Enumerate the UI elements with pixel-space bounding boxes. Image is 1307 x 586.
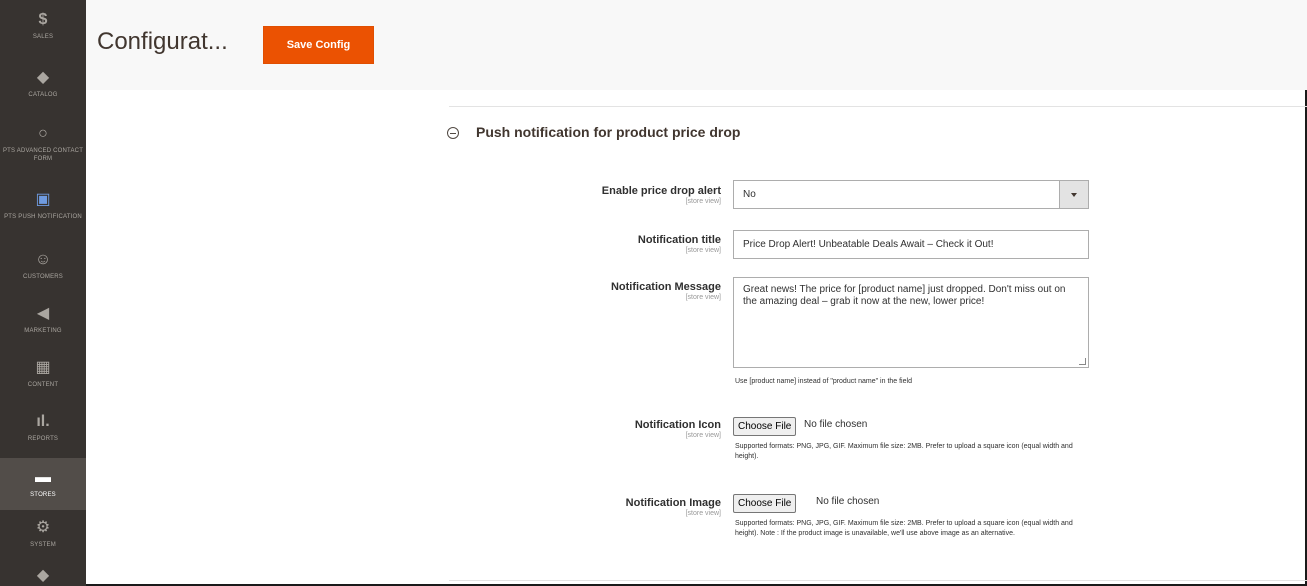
nav-pts-push-notification[interactable]: ▣ PTS Push Notification	[0, 190, 86, 221]
image-note: Supported formats: PNG, JPG, GIF. Maximu…	[735, 520, 1073, 537]
scope-label: [store view]	[685, 432, 721, 439]
page-header: Configurat... Save Config	[86, 0, 1307, 90]
nav-reports[interactable]: ıl. Reports	[0, 412, 86, 443]
layout-icon: ▦	[35, 359, 51, 376]
notification-message-label: Notification Message	[610, 281, 721, 293]
notification-title-input[interactable]: Price Drop Alert! Unbeatable Deals Await…	[733, 230, 1089, 259]
message-note: Use [product name] instead of "product n…	[735, 378, 912, 385]
notification-image-label-group: Notification Image [store view]	[626, 497, 721, 517]
nav-system[interactable]: ⚙ System	[0, 518, 86, 549]
nav-pts-advanced-contact-form[interactable]: ○ PTS Advanced Contact Form	[0, 124, 86, 163]
cube-icon: ◆	[36, 69, 50, 86]
store-icon: ▬	[35, 469, 51, 486]
megaphone-icon: ◀	[36, 305, 50, 322]
person-icon: ☺	[34, 251, 52, 268]
enable-alert-label: Enable price drop alert	[601, 185, 721, 197]
nav-sales[interactable]: $ Sales	[0, 10, 86, 41]
choose-file-button[interactable]: Choose File	[733, 417, 797, 436]
scope-label: [store view]	[685, 294, 721, 301]
scope-label: [store view]	[685, 198, 721, 205]
notification-icon-label: Notification Icon	[634, 419, 721, 431]
nav-customers[interactable]: ☺ Customers	[0, 250, 86, 281]
notification-message-text: Great news! The price for [product name]…	[743, 284, 1066, 307]
scope-label: [store view]	[685, 247, 721, 254]
nav-marketing[interactable]: ◀ Marketing	[0, 304, 86, 335]
notification-image-label: Notification Image	[625, 497, 721, 509]
section-divider	[449, 106, 1307, 107]
file-status: No file chosen	[804, 419, 868, 430]
nav-catalog[interactable]: ◆ Catalog	[0, 68, 86, 99]
cube-icon: ◆	[36, 567, 50, 584]
page-title: Configurat...	[97, 28, 228, 55]
nav-content[interactable]: ▦ Content	[0, 358, 86, 389]
choose-file-button[interactable]: Choose File	[733, 494, 797, 513]
chevron-down-icon	[1059, 181, 1088, 208]
enable-alert-value: No	[743, 189, 756, 200]
collapse-icon	[447, 127, 459, 139]
icon-note: Supported formats: PNG, JPG, GIF. Maximu…	[735, 443, 1073, 460]
gear-icon: ⚙	[35, 519, 51, 536]
bell-icon: ▣	[35, 191, 51, 208]
notification-title-label: Notification title	[637, 234, 721, 246]
resize-handle-icon[interactable]	[1079, 358, 1086, 365]
enable-alert-select[interactable]: No	[733, 180, 1089, 209]
section-title: Push notification for product price drop	[476, 124, 741, 140]
nav-stores[interactable]: ▬ Stores	[0, 458, 86, 510]
dollar-icon: $	[38, 11, 48, 28]
admin-sidebar: $ Sales ◆ Catalog ○ PTS Advanced Contact…	[0, 0, 86, 586]
notification-message-label-group: Notification Message [store view]	[611, 281, 721, 301]
nav-more[interactable]: ◆	[0, 566, 86, 586]
notification-icon-label-group: Notification Icon [store view]	[635, 419, 721, 439]
bar-chart-icon: ıl.	[36, 413, 50, 430]
section-divider	[449, 580, 1307, 581]
file-status: No file chosen	[816, 496, 880, 507]
circle-icon: ○	[38, 125, 48, 142]
notification-title-label-group: Notification title [store view]	[638, 234, 721, 254]
enable-alert-label-group: Enable price drop alert [store view]	[602, 185, 721, 205]
save-config-button[interactable]: Save Config	[263, 26, 374, 64]
notification-message-textarea[interactable]: Great news! The price for [product name]…	[733, 277, 1089, 368]
scope-label: [store view]	[685, 510, 721, 517]
